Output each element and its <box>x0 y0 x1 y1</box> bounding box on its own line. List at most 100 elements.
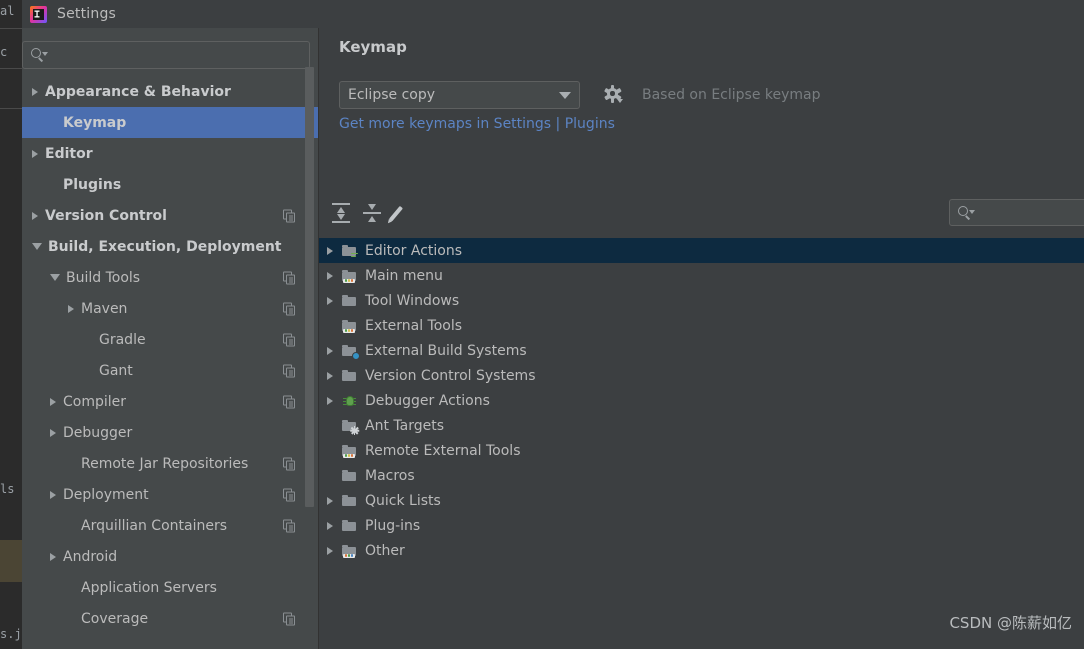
backdrop-text: al <box>0 4 15 18</box>
keymap-tree-row[interactable]: Plug-ins <box>319 513 1084 538</box>
sidebar-item-gradle[interactable]: Gradle <box>22 324 318 355</box>
sidebar-item-coverage[interactable]: Coverage <box>22 603 318 634</box>
pencil-edit-icon[interactable] <box>388 201 415 225</box>
chevron-right-icon[interactable] <box>50 490 56 499</box>
chevron-right-icon[interactable] <box>327 296 333 305</box>
sidebar-item-label: Arquillian Containers <box>81 517 228 534</box>
chevron-right-icon[interactable] <box>68 304 74 313</box>
collapse-all-icon[interactable] <box>360 201 384 225</box>
chevron-right-icon[interactable] <box>327 496 333 505</box>
keymap-dropdown[interactable]: Eclipse copy <box>339 81 580 109</box>
folder-menu-icon <box>342 269 358 283</box>
keymap-tree-label: External Tools <box>365 317 463 334</box>
sidebar-item-android[interactable]: Android <box>22 541 318 572</box>
sidebar-item-build-tools[interactable]: Build Tools <box>22 262 318 293</box>
keymap-tree-row[interactable]: Remote External Tools <box>319 438 1084 463</box>
get-more-keymaps-link[interactable]: Get more keymaps in Settings | Plugins <box>339 116 615 132</box>
sidebar-item-remote-jar-repositories[interactable]: Remote Jar Repositories <box>22 448 318 479</box>
copy-settings-icon[interactable] <box>283 488 296 501</box>
sidebar-item-plugins[interactable]: Plugins <box>22 169 318 200</box>
keymap-tree-label: Main menu <box>365 267 443 284</box>
keymap-search-input[interactable] <box>949 199 1084 226</box>
sidebar-item-debugger[interactable]: Debugger <box>22 417 318 448</box>
chevron-right-icon[interactable] <box>327 246 333 255</box>
watermark: CSDN @陈薪如亿 <box>949 614 1072 632</box>
copy-settings-icon[interactable] <box>283 364 296 377</box>
sidebar-item-maven[interactable]: Maven <box>22 293 318 324</box>
sidebar-item-appearance-behavior[interactable]: Appearance & Behavior <box>22 76 318 107</box>
dialog-titlebar: Settings <box>22 0 1084 28</box>
copy-settings-icon[interactable] <box>283 612 296 625</box>
keymap-based-on-label: Based on Eclipse keymap <box>642 87 821 103</box>
sidebar-scrollbar[interactable] <box>305 67 314 507</box>
keymap-tree-row[interactable]: Macros <box>319 463 1084 488</box>
chevron-right-icon[interactable] <box>327 271 333 280</box>
keymap-tree-label: Ant Targets <box>365 417 444 434</box>
sidebar-item-arquillian-containers[interactable]: Arquillian Containers <box>22 510 318 541</box>
chevron-right-icon[interactable] <box>50 428 56 437</box>
chevron-down-icon[interactable] <box>32 243 42 250</box>
chevron-right-icon[interactable] <box>50 397 56 406</box>
keymap-tree-row[interactable]: Quick Lists <box>319 488 1084 513</box>
sidebar-item-deployment[interactable]: Deployment <box>22 479 318 510</box>
sidebar-item-build-execution-deployment[interactable]: Build, Execution, Deployment <box>22 231 318 262</box>
keymap-tree-label: Plug-ins <box>365 517 421 534</box>
keymap-tree-row[interactable]: Tool Windows <box>319 288 1084 313</box>
chevron-down-icon <box>559 91 571 99</box>
chevron-right-icon[interactable] <box>32 87 38 96</box>
chevron-right-icon[interactable] <box>50 552 56 561</box>
keymap-tree-row[interactable]: Editor Actions <box>319 238 1084 263</box>
sidebar-item-label: Deployment <box>63 486 149 503</box>
copy-settings-icon[interactable] <box>283 519 296 532</box>
copy-settings-icon[interactable] <box>283 457 296 470</box>
chevron-right-icon[interactable] <box>327 396 333 405</box>
sidebar-item-gant[interactable]: Gant <box>22 355 318 386</box>
keymap-tree-row[interactable]: External Tools <box>319 313 1084 338</box>
chevron-right-icon[interactable] <box>32 211 38 220</box>
copy-settings-icon[interactable] <box>283 395 296 408</box>
chevron-down-icon[interactable] <box>50 274 60 281</box>
keymap-settings-gear-button[interactable] <box>600 82 626 108</box>
keymap-tree-row[interactable]: Other <box>319 538 1084 563</box>
sidebar-item-application-servers[interactable]: Application Servers <box>22 572 318 603</box>
keymap-toolbar <box>319 193 1084 233</box>
settings-category-tree[interactable]: Appearance & Behavior Keymap Editor Plugins… <box>22 76 318 649</box>
keymap-tree-label: Editor Actions <box>365 242 463 259</box>
sidebar-item-label: Debugger <box>63 424 133 441</box>
sidebar-item-version-control[interactable]: Version Control <box>22 200 318 231</box>
sidebar-search-area <box>22 28 318 69</box>
sidebar-item-label: Coverage <box>81 610 149 627</box>
chevron-right-icon[interactable] <box>32 149 38 158</box>
backdrop-text: ls <box>0 482 15 496</box>
folder-icon <box>342 519 358 533</box>
keymap-tree-row[interactable]: External Build Systems <box>319 338 1084 363</box>
keymap-action-tree[interactable]: Editor Actions Main menu Tool Windows Exter… <box>319 238 1084 649</box>
copy-settings-icon[interactable] <box>283 333 296 346</box>
sidebar-item-compiler[interactable]: Compiler <box>22 386 318 417</box>
folder-remote-icon <box>342 444 358 458</box>
backdrop-text: s.j <box>0 627 22 641</box>
chevron-right-icon[interactable] <box>327 521 333 530</box>
sidebar-item-label: Remote Jar Repositories <box>81 455 249 472</box>
backdrop-divider <box>0 28 22 29</box>
sidebar-item-label: Build, Execution, Deployment <box>48 238 282 255</box>
chevron-right-icon[interactable] <box>327 346 333 355</box>
copy-settings-icon[interactable] <box>283 271 296 284</box>
expand-all-icon[interactable] <box>329 201 353 225</box>
sidebar-item-label: Maven <box>81 300 128 317</box>
backdrop-divider <box>0 108 22 109</box>
copy-settings-icon[interactable] <box>283 302 296 315</box>
chevron-right-icon[interactable] <box>327 371 333 380</box>
keymap-tree-row[interactable]: Version Control Systems <box>319 363 1084 388</box>
sidebar-search-input[interactable] <box>22 41 310 69</box>
keymap-tree-row[interactable]: Debugger Actions <box>319 388 1084 413</box>
sidebar-item-keymap[interactable]: Keymap <box>22 107 318 138</box>
keymap-tree-label: Tool Windows <box>365 292 460 309</box>
keymap-tree-row[interactable]: Ant Targets <box>319 413 1084 438</box>
sidebar-item-label: Gradle <box>99 331 146 348</box>
keymap-tree-row[interactable]: Main menu <box>319 263 1084 288</box>
chevron-right-icon[interactable] <box>327 546 333 555</box>
copy-settings-icon[interactable] <box>283 209 296 222</box>
backdrop-divider <box>0 68 22 69</box>
sidebar-item-editor[interactable]: Editor <box>22 138 318 169</box>
